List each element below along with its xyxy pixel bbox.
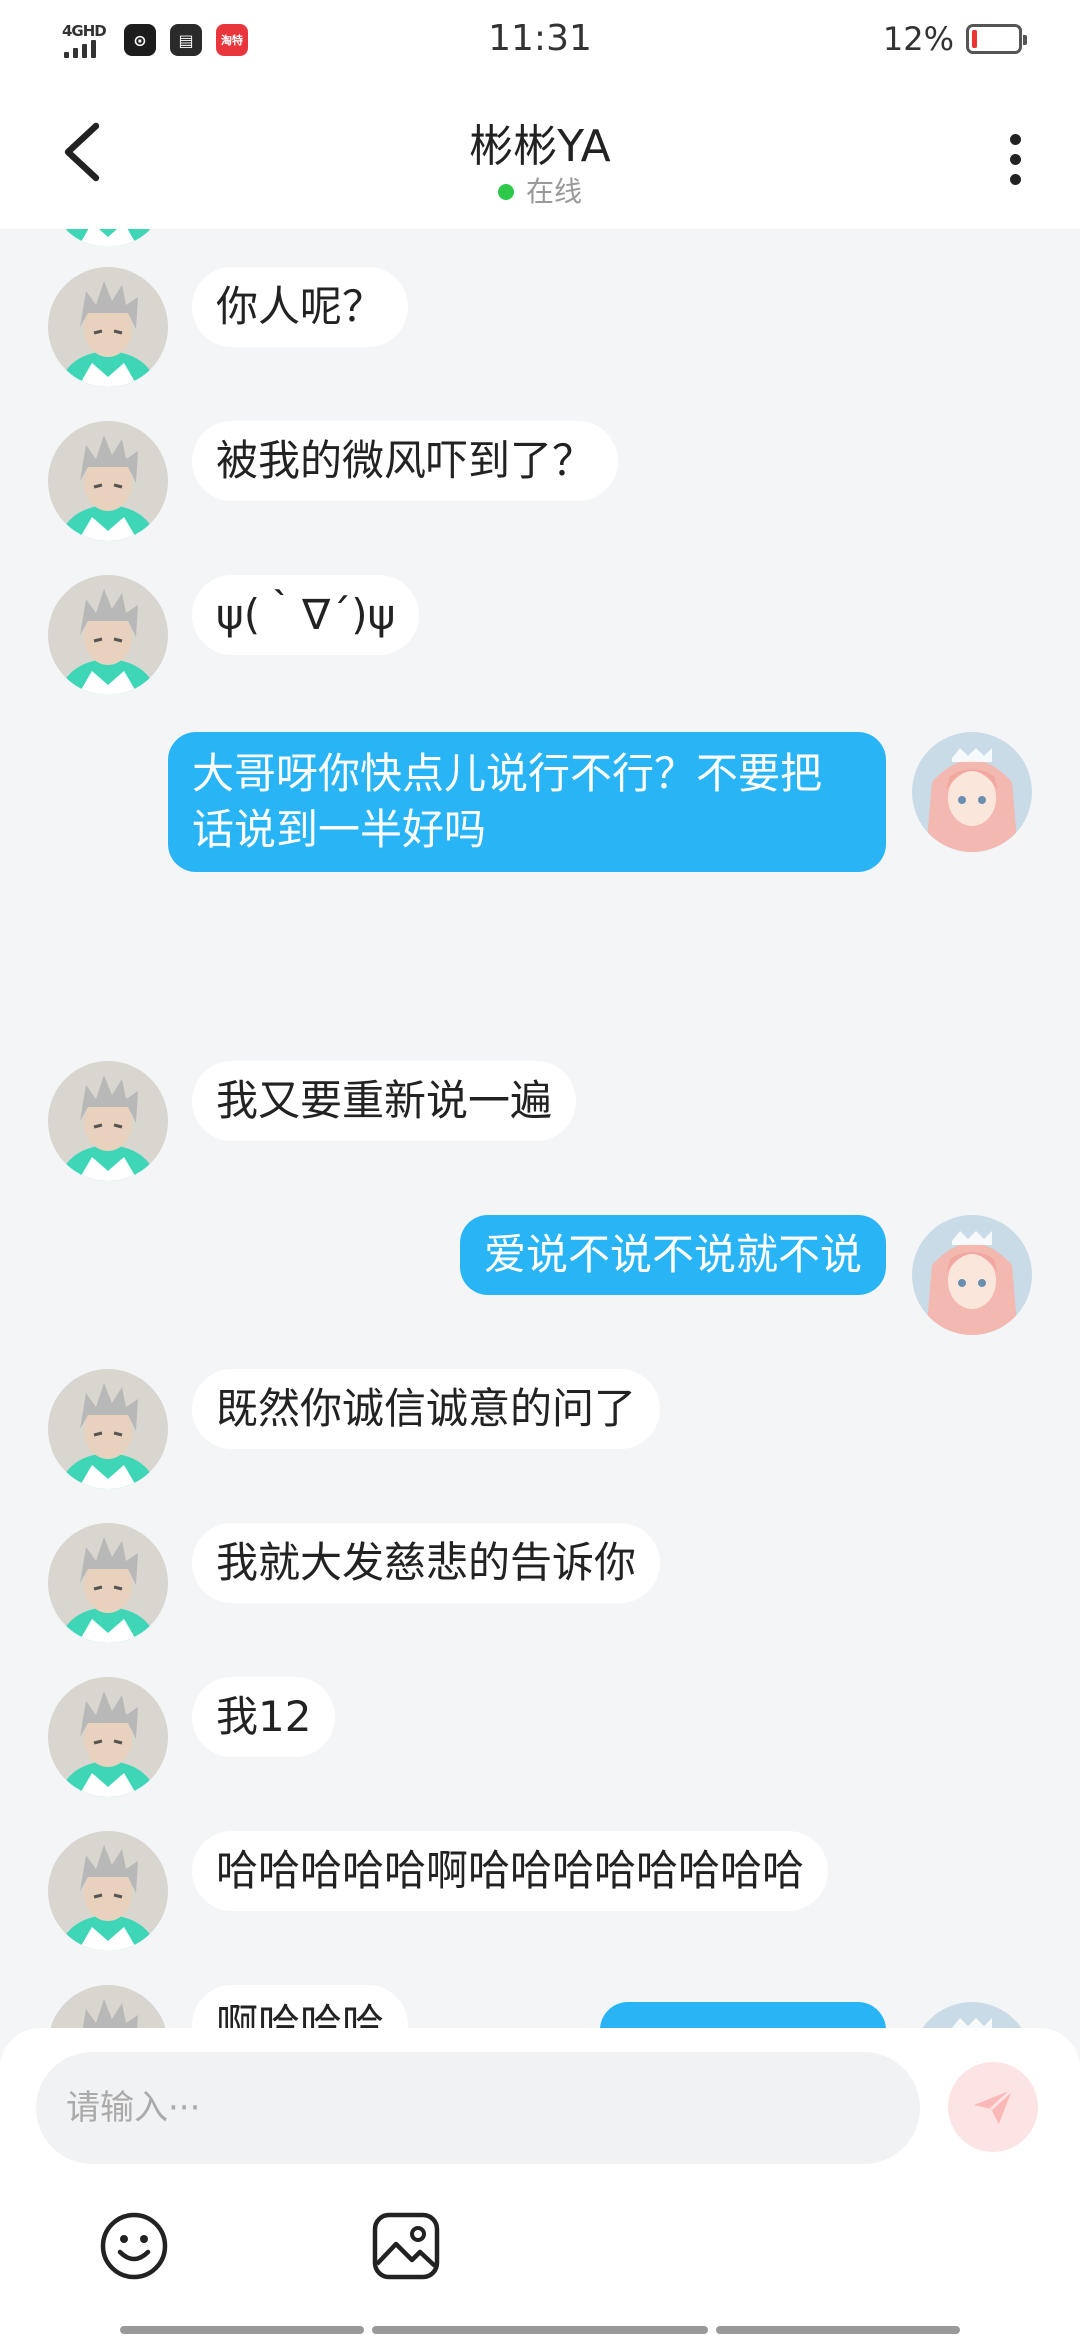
battery-level xyxy=(972,30,977,48)
nav-bar-segment xyxy=(716,2326,960,2334)
image-button[interactable] xyxy=(368,2208,444,2284)
battery-percent: 12% xyxy=(882,20,954,58)
more-options-button[interactable] xyxy=(990,124,1040,194)
message-bubble[interactable]: 你人呢？ xyxy=(192,267,409,347)
emoji-button[interactable] xyxy=(96,2208,172,2284)
status-bar: 4GHD ⊙ ▤ 淘特 11:31 12% xyxy=(0,0,1080,84)
more-vertical-icon xyxy=(1009,133,1021,145)
message-bubble[interactable]: 大哥呀你快点儿说行不行？不要把话说到一半好吗 xyxy=(168,732,886,872)
my-avatar[interactable] xyxy=(912,2002,1032,2029)
nav-bar-segment xyxy=(120,2326,364,2334)
composer: 请输入··· xyxy=(0,2028,1080,2340)
contact-avatar[interactable] xyxy=(48,1369,168,1489)
message-bubble[interactable]: 我12 xyxy=(192,1677,336,1757)
contact-avatar[interactable] xyxy=(48,267,168,387)
battery-icon xyxy=(966,24,1027,54)
contact-avatar[interactable] xyxy=(48,1831,168,1951)
message-bubble[interactable]: ψ(｀∇´)ψ xyxy=(192,575,420,655)
send-button[interactable] xyxy=(948,2062,1038,2152)
contact-avatar[interactable] xyxy=(48,1985,168,2029)
my-avatar[interactable] xyxy=(912,1215,1032,1335)
contact-avatar[interactable] xyxy=(48,229,168,247)
chat-header: 彬彬YA 在线 xyxy=(0,84,1080,229)
status-icons-right: 12% xyxy=(882,20,1027,58)
paper-plane-icon xyxy=(973,2088,1014,2125)
contact-name: 彬彬YA xyxy=(469,121,611,172)
message-bubble[interactable]: 啊哈哈哈 xyxy=(192,1985,409,2029)
presence-status: 在线 xyxy=(0,170,1080,210)
message-bubble[interactable]: 爱说不说不说就不说 xyxy=(459,1215,886,1295)
message-bubble[interactable]: 被我的微风吓到了？ xyxy=(192,421,619,501)
contact-avatar[interactable] xyxy=(48,1523,168,1643)
contact-avatar[interactable] xyxy=(48,421,168,541)
image-icon xyxy=(372,2212,440,2280)
contact-avatar[interactable] xyxy=(48,1061,168,1181)
message-bubble[interactable]: 哈哈哈哈哈啊哈哈哈哈哈哈哈哈 xyxy=(192,1831,829,1911)
message-list[interactable]: 你人呢？ 被我的微风吓到了？ ψ(｀∇´)ψ 大哥呀你快点儿说行不行？不要把话说到一半… xyxy=(0,229,1080,2029)
contact-avatar[interactable] xyxy=(48,1677,168,1797)
my-avatar[interactable] xyxy=(912,732,1032,852)
message-bubble-partial[interactable] xyxy=(600,2002,886,2029)
contact-avatar[interactable] xyxy=(48,575,168,695)
message-bubble[interactable]: 我又要重新说一遍 xyxy=(192,1061,577,1141)
online-dot-icon xyxy=(497,184,514,200)
nav-bar-segment xyxy=(372,2326,708,2334)
message-bubble[interactable]: 既然你诚信诚意的问了 xyxy=(192,1369,661,1449)
presence-label: 在线 xyxy=(525,175,582,208)
smiley-icon xyxy=(100,2212,168,2280)
message-bubble[interactable]: 我就大发慈悲的告诉你 xyxy=(192,1523,661,1603)
message-input[interactable]: 请输入··· xyxy=(36,2052,920,2164)
